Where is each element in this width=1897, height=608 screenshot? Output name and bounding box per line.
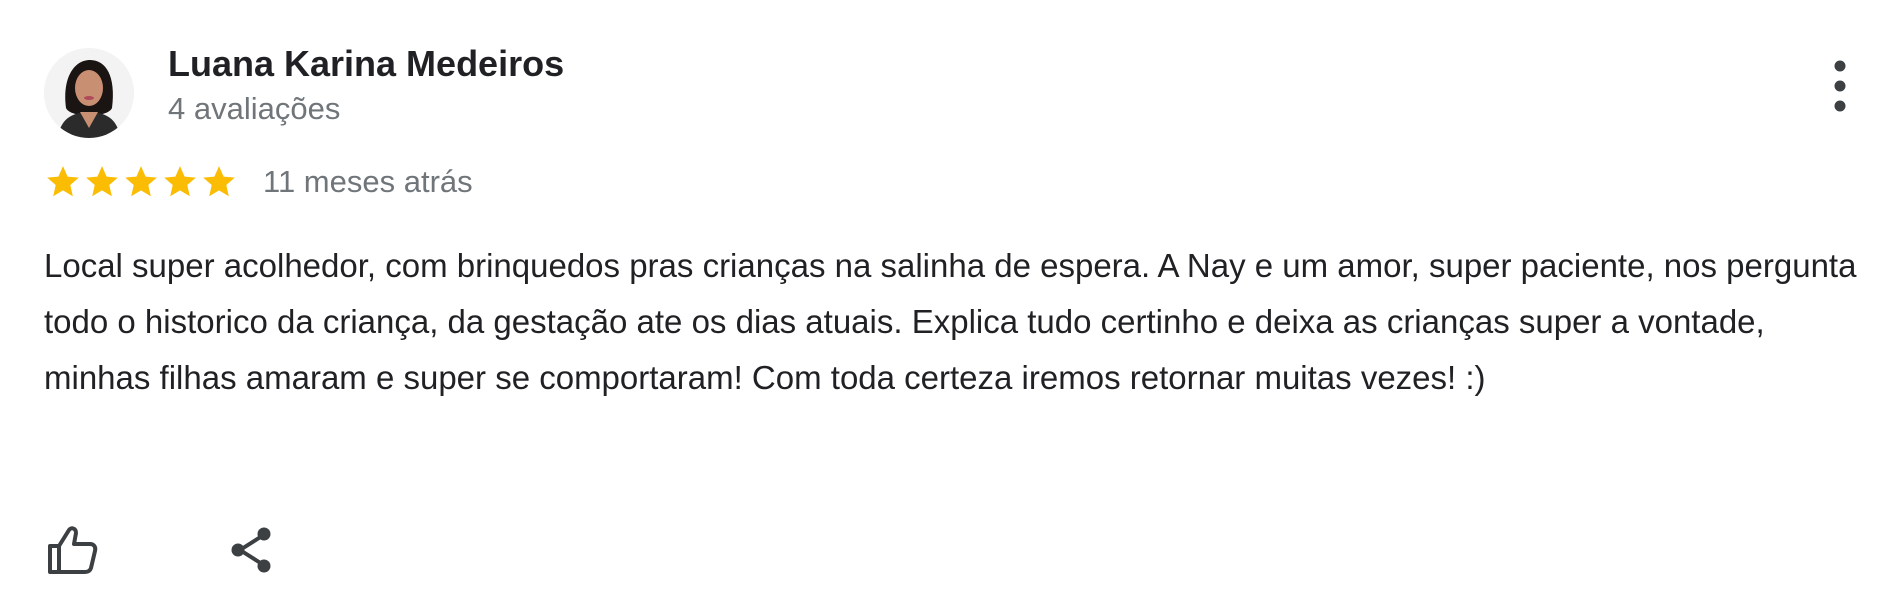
review-text: Local super acolhedor, com brinquedos pr… <box>44 247 1857 396</box>
star-icon <box>164 166 196 197</box>
reviewer-name[interactable]: Luana Karina Medeiros <box>168 42 564 86</box>
avatar[interactable] <box>44 48 134 138</box>
review-date: 11 meses atrás <box>263 164 473 199</box>
rating-row: 11 meses atrás <box>44 160 473 204</box>
share-icon <box>231 527 271 573</box>
star-icon <box>203 166 235 197</box>
thumbs-up-icon <box>48 526 98 574</box>
star-icon <box>47 166 79 197</box>
star-icon <box>125 166 157 197</box>
review-count[interactable]: 4 avaliações <box>168 90 340 128</box>
like-button[interactable] <box>44 522 100 578</box>
star-rating <box>44 163 238 201</box>
avatar-photo <box>44 48 134 138</box>
more-vert-icon <box>1834 60 1846 112</box>
more-options-button[interactable] <box>1820 56 1860 116</box>
share-button[interactable] <box>224 522 280 578</box>
star-icon <box>86 166 118 197</box>
